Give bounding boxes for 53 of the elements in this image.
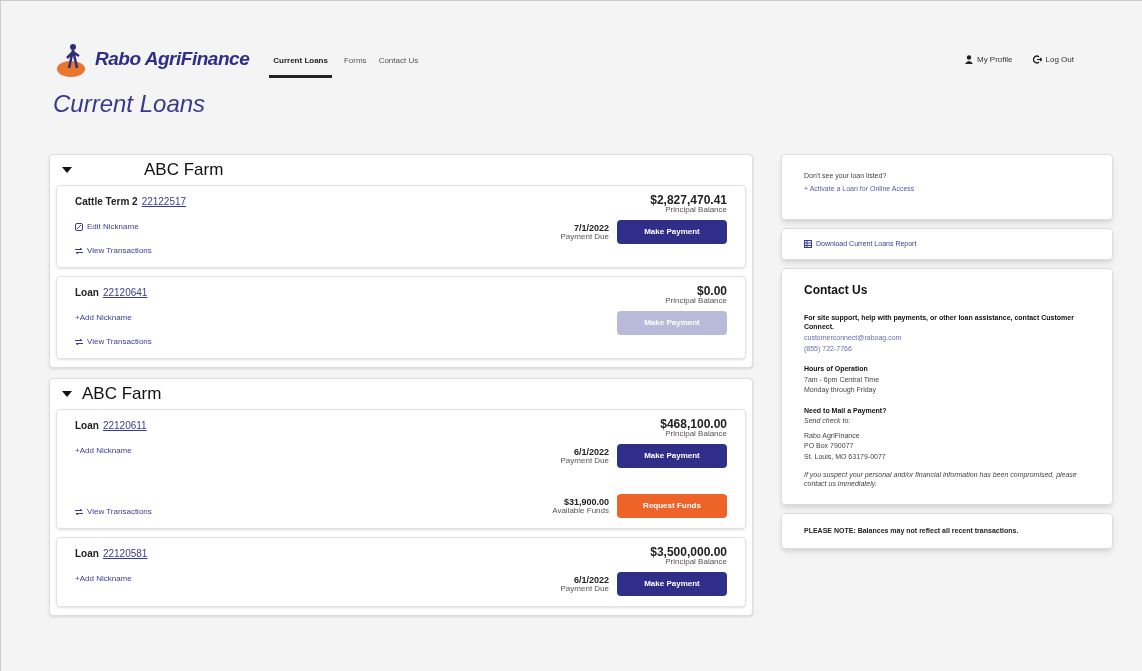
group-name: ABC Farm [82,383,162,406]
transfer-icon [75,339,83,345]
profile-link[interactable]: My Profile [964,53,1013,66]
loan-number-link[interactable]: 22120641 [102,285,148,300]
loan-name: Cattle Term 2 [75,195,138,209]
page-title: Current Loans [53,89,207,119]
loan-number-link[interactable]: 22122517 [141,194,187,209]
nav-tab[interactable]: Current Loans [269,55,332,78]
edit-icon [75,223,83,231]
loan-name: Loan [75,547,99,561]
nickname-link[interactable]: Edit Nickname [75,221,561,233]
view-transactions-link[interactable]: View Transactions [75,336,617,348]
nickname-link[interactable]: +Add Nickname [75,312,617,324]
transfer-icon [75,248,83,254]
view-transactions-link[interactable]: View Transactions [75,506,553,518]
nav-tab[interactable]: Contact Us [378,55,419,78]
due-label: Payment Due [560,232,609,241]
person-icon [964,55,973,64]
make-payment-button[interactable]: Make Payment [617,220,727,244]
loan-name: Loan [75,286,99,300]
nickname-link[interactable]: +Add Nickname [75,573,561,585]
loan-name: Loan [75,419,99,433]
balance-label: Principal Balance [665,297,727,305]
transfer-icon [75,509,83,515]
collapse-toggle[interactable] [62,391,72,397]
balance-label: Principal Balance [665,558,727,566]
due-label: Payment Due [560,584,609,593]
make-payment-button[interactable]: Make Payment [617,444,727,468]
collapse-toggle[interactable] [62,167,72,173]
logout-icon [1032,55,1042,64]
logout-link[interactable]: Log Out [1032,53,1074,66]
loan-number-link[interactable]: 22120581 [102,546,148,561]
principal-balance: $0.00 [696,285,727,297]
principal-balance: $468,100.00 [660,418,727,430]
view-transactions-link[interactable]: View Transactions [75,245,561,257]
due-date: 6/1/2022 [573,447,609,457]
due-label: Payment Due [560,456,609,465]
balance-label: Principal Balance [665,206,727,214]
principal-balance: $3,500,000.00 [650,546,727,558]
make-payment-button[interactable]: Make Payment [617,572,727,596]
balance-label: Principal Balance [665,430,727,438]
principal-balance: $2,827,470.41 [650,194,727,206]
funds-label: Available Funds [552,506,609,515]
available-funds: $31,900.00 [563,497,609,507]
due-date: 7/1/2022 [573,223,609,233]
logo-text: Rabo AgriFinance [95,47,250,72]
contact-title: Contact Us [804,282,869,299]
loan-number-link[interactable]: 22120611 [102,418,147,433]
list-icon [804,240,812,248]
due-date: 6/1/2022 [573,575,609,585]
group-name: ABC Farm [144,159,224,182]
nav-tab[interactable]: Forms [343,55,367,78]
nickname-link[interactable]: +Add Nickname [75,445,553,457]
